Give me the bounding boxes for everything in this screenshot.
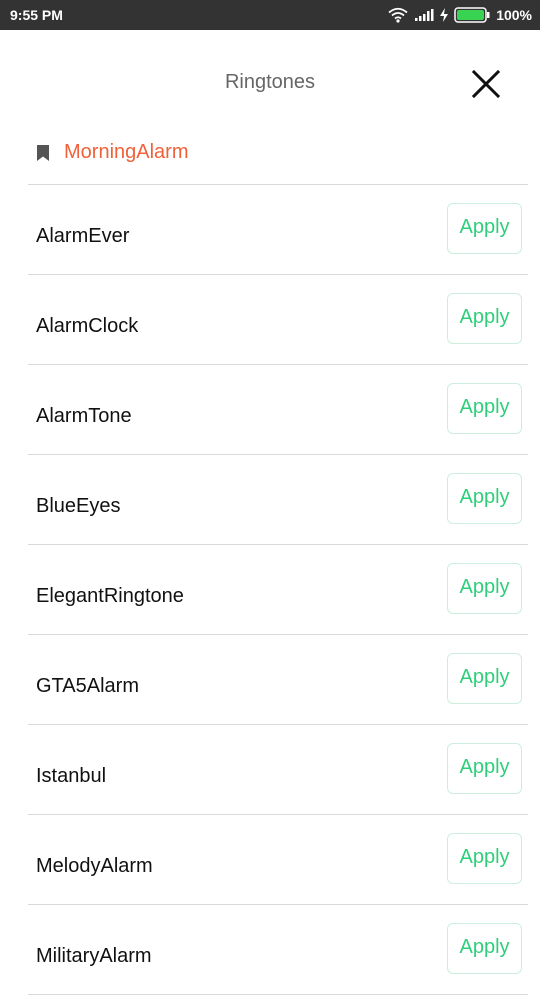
list-item[interactable]: BlueEyes Apply [28,455,528,545]
ringtone-name: ElegantRingtone [36,585,184,607]
ringtone-name: Istanbul [36,765,107,787]
apply-button[interactable]: Apply [447,293,522,344]
apply-button[interactable]: Apply [447,923,522,974]
apply-button[interactable]: Apply [447,653,522,704]
apply-button[interactable]: Apply [447,203,522,254]
status-bar: 9:55 PM 100% [0,0,540,30]
wifi-icon [388,7,408,23]
ringtone-name: AlarmEver [36,225,130,247]
list-item[interactable]: ElegantRingtone Apply [28,545,528,635]
charging-icon [440,8,449,22]
header: Ringtones [0,30,540,138]
list-item[interactable]: MilitaryAlarm Apply [28,905,528,995]
apply-button[interactable]: Apply [447,743,522,794]
apply-button[interactable]: Apply [447,383,522,434]
ringtone-list: AlarmEver Apply AlarmClock Apply AlarmTone Ap… [28,185,528,995]
status-time: 9:55 PM [10,7,63,23]
apply-button[interactable]: Apply [447,833,522,884]
bookmark-icon [37,145,49,161]
ringtone-name: GTA5Alarm [36,675,139,697]
current-ringtone-label: MorningAlarm [64,141,189,163]
list-item[interactable]: Istanbul Apply [28,725,528,815]
list-item[interactable]: AlarmTone Apply [28,365,528,455]
apply-button[interactable]: Apply [447,473,522,524]
ringtone-name: MelodyAlarm [36,855,153,877]
close-button[interactable] [462,60,510,108]
signal-icon [415,9,434,21]
apply-button[interactable]: Apply [447,563,522,614]
battery-percent: 100% [496,7,532,23]
close-icon[interactable] [472,70,500,98]
list-item[interactable]: AlarmEver Apply [28,185,528,275]
battery-icon [454,7,490,23]
ringtone-name: AlarmClock [36,315,139,337]
current-ringtone: MorningAlarm [28,138,528,185]
ringtone-name: MilitaryAlarm [36,945,152,967]
list-item[interactable]: AlarmClock Apply [28,275,528,365]
list-item[interactable]: GTA5Alarm Apply [28,635,528,725]
page-title: Ringtones [224,71,316,93]
ringtone-name: AlarmTone [36,405,132,427]
list-item[interactable]: MelodyAlarm Apply [28,815,528,905]
status-icons: 100% [388,7,532,23]
ringtone-name: BlueEyes [36,495,121,517]
